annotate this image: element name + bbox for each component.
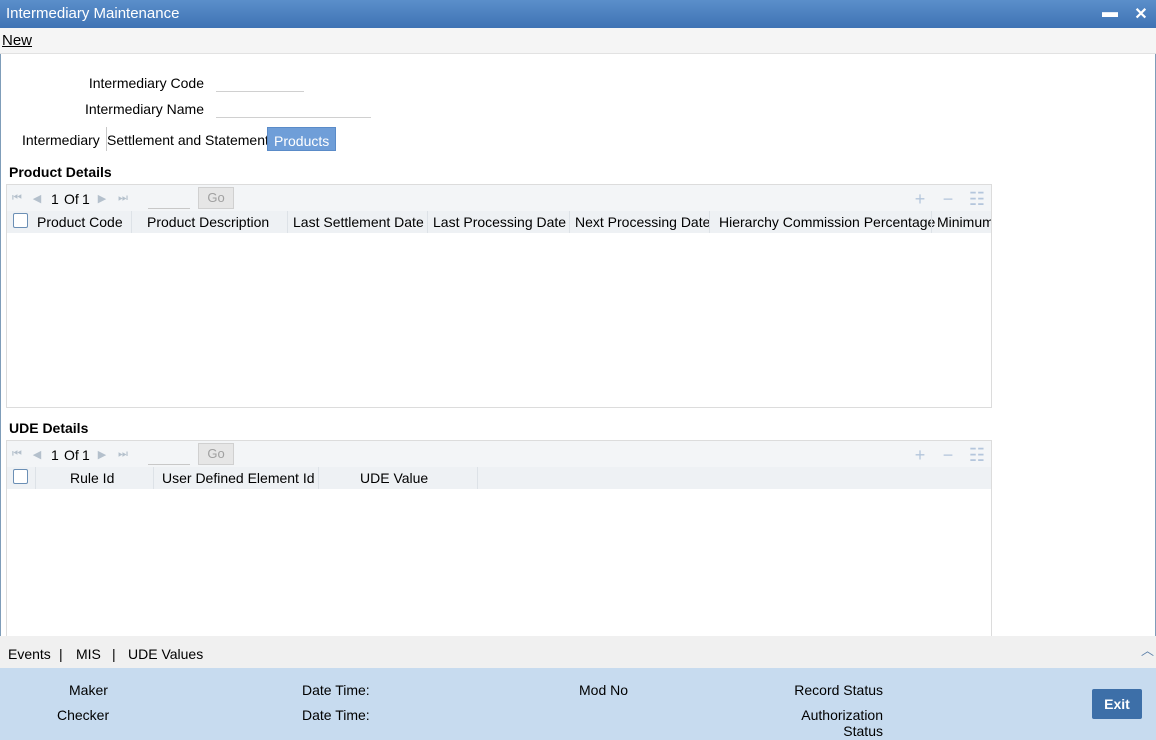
first-page-icon[interactable]: ⏮ bbox=[9, 192, 25, 205]
add-row-icon[interactable]: + bbox=[911, 190, 929, 208]
new-link[interactable]: New bbox=[2, 32, 32, 49]
intermediary-name-input[interactable] bbox=[216, 96, 371, 118]
collapse-icon[interactable]: ︿ bbox=[1141, 640, 1154, 659]
ude-details-grid: ⏮ ◀ 1 Of 1 ▶ ⏭ Go + − ☷ Rule Id User Def… bbox=[6, 440, 992, 636]
footer-links-bar: Events | MIS | UDE Values bbox=[0, 636, 1156, 668]
mis-link[interactable]: MIS bbox=[76, 646, 101, 662]
column-header-ude-value[interactable]: UDE Value bbox=[360, 470, 428, 486]
column-header-minimum[interactable]: Minimum bbox=[937, 214, 991, 230]
tab-products[interactable]: Products bbox=[267, 127, 337, 151]
current-page: 1 bbox=[51, 447, 59, 463]
record-status-label: Record Status bbox=[794, 682, 883, 698]
intermediary-name-label: Intermediary Name bbox=[84, 101, 204, 117]
single-view-icon[interactable]: ☷ bbox=[968, 446, 986, 464]
column-divider bbox=[318, 467, 319, 489]
maker-date-time-label: Date Time: bbox=[302, 682, 370, 698]
product-details-title: Product Details bbox=[9, 164, 112, 180]
checker-date-time-label: Date Time: bbox=[302, 707, 370, 723]
go-button[interactable]: Go bbox=[198, 443, 234, 465]
page-of-label: Of bbox=[64, 191, 79, 207]
product-details-grid: ⏮ ◀ 1 Of 1 ▶ ⏭ Go + − ☷ Product Code Pro… bbox=[6, 184, 992, 408]
column-divider bbox=[131, 211, 132, 233]
column-header-user-defined-element-id[interactable]: User Defined Element Id bbox=[162, 470, 315, 486]
select-all-checkbox[interactable] bbox=[13, 469, 28, 484]
minimize-icon[interactable]: ▬ bbox=[1100, 4, 1120, 22]
column-divider bbox=[931, 211, 932, 233]
column-divider bbox=[477, 467, 478, 489]
column-header-hierarchy-commission-percentage[interactable]: Hierarchy Commission Percentage bbox=[719, 214, 935, 230]
column-divider bbox=[709, 211, 710, 233]
select-all-checkbox[interactable] bbox=[13, 213, 28, 228]
tab-settlement-and-statement[interactable]: Settlement and Statement bbox=[101, 127, 275, 151]
product-details-header-row: Product Code Product Description Last Se… bbox=[7, 211, 991, 233]
column-header-next-processing-date[interactable]: Next Processing Date bbox=[575, 214, 710, 230]
previous-page-icon[interactable]: ◀ bbox=[29, 448, 45, 461]
authorization-status-label: Authorization bbox=[801, 707, 883, 723]
column-divider bbox=[35, 467, 36, 489]
authorization-status-label-line2: Status bbox=[843, 723, 883, 739]
go-button[interactable]: Go bbox=[198, 187, 234, 209]
ude-details-header-row: Rule Id User Defined Element Id UDE Valu… bbox=[7, 467, 991, 489]
first-page-icon[interactable]: ⏮ bbox=[9, 448, 25, 461]
column-header-last-settlement-date[interactable]: Last Settlement Date bbox=[293, 214, 424, 230]
checker-label: Checker bbox=[57, 707, 110, 723]
link-separator: | bbox=[59, 646, 63, 662]
add-row-icon[interactable]: + bbox=[911, 446, 929, 464]
ude-details-title: UDE Details bbox=[9, 420, 89, 436]
window-title: Intermediary Maintenance bbox=[6, 5, 180, 22]
total-pages: 1 bbox=[82, 447, 90, 463]
single-view-icon[interactable]: ☷ bbox=[968, 190, 986, 208]
last-page-icon[interactable]: ⏭ bbox=[115, 192, 131, 205]
column-header-product-code[interactable]: Product Code bbox=[37, 214, 123, 230]
column-header-last-processing-date[interactable]: Last Processing Date bbox=[433, 214, 566, 230]
total-pages: 1 bbox=[82, 191, 90, 207]
column-divider bbox=[153, 467, 154, 489]
window-title-bar: Intermediary Maintenance ▬ ✕ bbox=[0, 0, 1156, 28]
column-header-product-description[interactable]: Product Description bbox=[147, 214, 269, 230]
mod-no-label: Mod No bbox=[579, 682, 629, 698]
tab-intermediary[interactable]: Intermediary bbox=[16, 127, 107, 151]
column-divider bbox=[427, 211, 428, 233]
close-icon[interactable]: ✕ bbox=[1131, 4, 1151, 24]
intermediary-code-label: Intermediary Code bbox=[88, 75, 204, 91]
maker-label: Maker bbox=[69, 682, 108, 698]
last-page-icon[interactable]: ⏭ bbox=[115, 448, 131, 461]
product-details-pager: ⏮ ◀ 1 Of 1 ▶ ⏭ Go + − ☷ bbox=[7, 185, 991, 211]
page-number-input[interactable] bbox=[148, 189, 190, 209]
previous-page-icon[interactable]: ◀ bbox=[29, 192, 45, 205]
page-number-input[interactable] bbox=[148, 445, 190, 465]
next-page-icon[interactable]: ▶ bbox=[94, 448, 110, 461]
menu-bar: New bbox=[0, 28, 1156, 54]
ude-values-link[interactable]: UDE Values bbox=[128, 646, 203, 662]
next-page-icon[interactable]: ▶ bbox=[94, 192, 110, 205]
column-divider bbox=[569, 211, 570, 233]
exit-button[interactable]: Exit bbox=[1092, 689, 1142, 719]
intermediary-code-input[interactable] bbox=[216, 70, 304, 92]
column-header-rule-id[interactable]: Rule Id bbox=[70, 470, 114, 486]
audit-status-bar bbox=[0, 668, 1156, 740]
page-of-label: Of bbox=[64, 447, 79, 463]
events-link[interactable]: Events bbox=[8, 646, 51, 662]
current-page: 1 bbox=[51, 191, 59, 207]
delete-row-icon[interactable]: − bbox=[939, 190, 957, 208]
link-separator: | bbox=[112, 646, 116, 662]
column-divider bbox=[287, 211, 288, 233]
ude-details-pager: ⏮ ◀ 1 Of 1 ▶ ⏭ Go + − ☷ bbox=[7, 441, 991, 467]
delete-row-icon[interactable]: − bbox=[939, 446, 957, 464]
